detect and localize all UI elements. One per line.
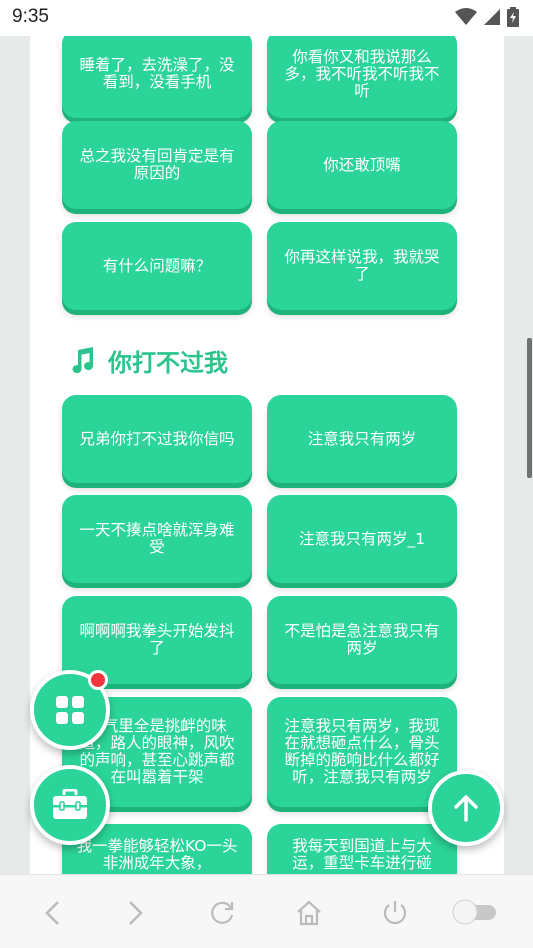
toggle-switch[interactable] xyxy=(452,899,498,925)
scroll-top-fab[interactable] xyxy=(428,770,504,846)
sound-button[interactable]: 不是怕是急注意我只有两岁 xyxy=(267,596,457,684)
status-bar: 9:35 xyxy=(0,0,533,36)
arrow-up-icon xyxy=(454,795,478,822)
forward-button[interactable] xyxy=(120,897,152,929)
back-icon xyxy=(45,901,59,925)
sound-button[interactable]: 一天不揍点啥就浑身难受 xyxy=(62,495,252,583)
toolbox-icon xyxy=(53,789,87,819)
home-icon xyxy=(297,900,321,926)
browser-nav-bar xyxy=(0,874,533,948)
music-note-icon xyxy=(72,347,94,374)
sound-button[interactable]: 你看你又和我说那么多，我不听我不听我不听 xyxy=(267,36,457,118)
refresh-icon xyxy=(211,901,234,924)
forward-icon xyxy=(129,901,143,925)
home-button[interactable] xyxy=(293,897,325,929)
sound-button[interactable]: 你还敢顶嘴 xyxy=(267,121,457,209)
scrollbar[interactable] xyxy=(527,338,532,478)
grid-icon xyxy=(56,696,84,724)
status-time: 9:35 xyxy=(12,6,49,27)
sound-button[interactable]: 我每天到国道上与大运，重型卡车进行碰 xyxy=(267,824,457,874)
signal-icon xyxy=(484,9,500,25)
sound-button[interactable]: 总之我没有回肯定是有原因的 xyxy=(62,121,252,209)
battery-icon xyxy=(507,7,519,27)
sound-button[interactable]: 啊啊啊我拳头开始发抖了 xyxy=(62,596,252,684)
sound-button[interactable]: 注意我只有两岁_1 xyxy=(267,495,457,583)
back-button[interactable] xyxy=(36,897,68,929)
notification-badge xyxy=(88,670,108,690)
sound-button[interactable]: 注意我只有两岁，我现在就想砸点什么，骨头断掉的脆响比什么都好听，注意我只有两岁 xyxy=(267,697,457,807)
status-icons xyxy=(455,7,519,27)
section-title: 你打不过我 xyxy=(108,348,228,377)
section-header: 你打不过我 xyxy=(68,342,228,378)
power-icon xyxy=(383,901,407,925)
sound-button[interactable]: 注意我只有两岁 xyxy=(267,395,457,483)
sound-board-content[interactable]: 睡着了，去洗澡了，没看到，没看手机 你看你又和我说那么多，我不听我不听我不听 总… xyxy=(30,36,504,874)
refresh-button[interactable] xyxy=(206,897,238,929)
sound-button[interactable]: 有什么问题嘛？ xyxy=(62,222,252,310)
wifi-icon xyxy=(455,8,477,25)
sound-button[interactable]: 兄弟你打不过我你信吗 xyxy=(62,395,252,483)
toolbox-fab[interactable] xyxy=(30,765,110,845)
sound-button[interactable]: 睡着了，去洗澡了，没看到，没看手机 xyxy=(62,36,252,118)
sound-button[interactable]: 你再这样说我，我就哭了 xyxy=(267,222,457,310)
power-button[interactable] xyxy=(379,897,411,929)
